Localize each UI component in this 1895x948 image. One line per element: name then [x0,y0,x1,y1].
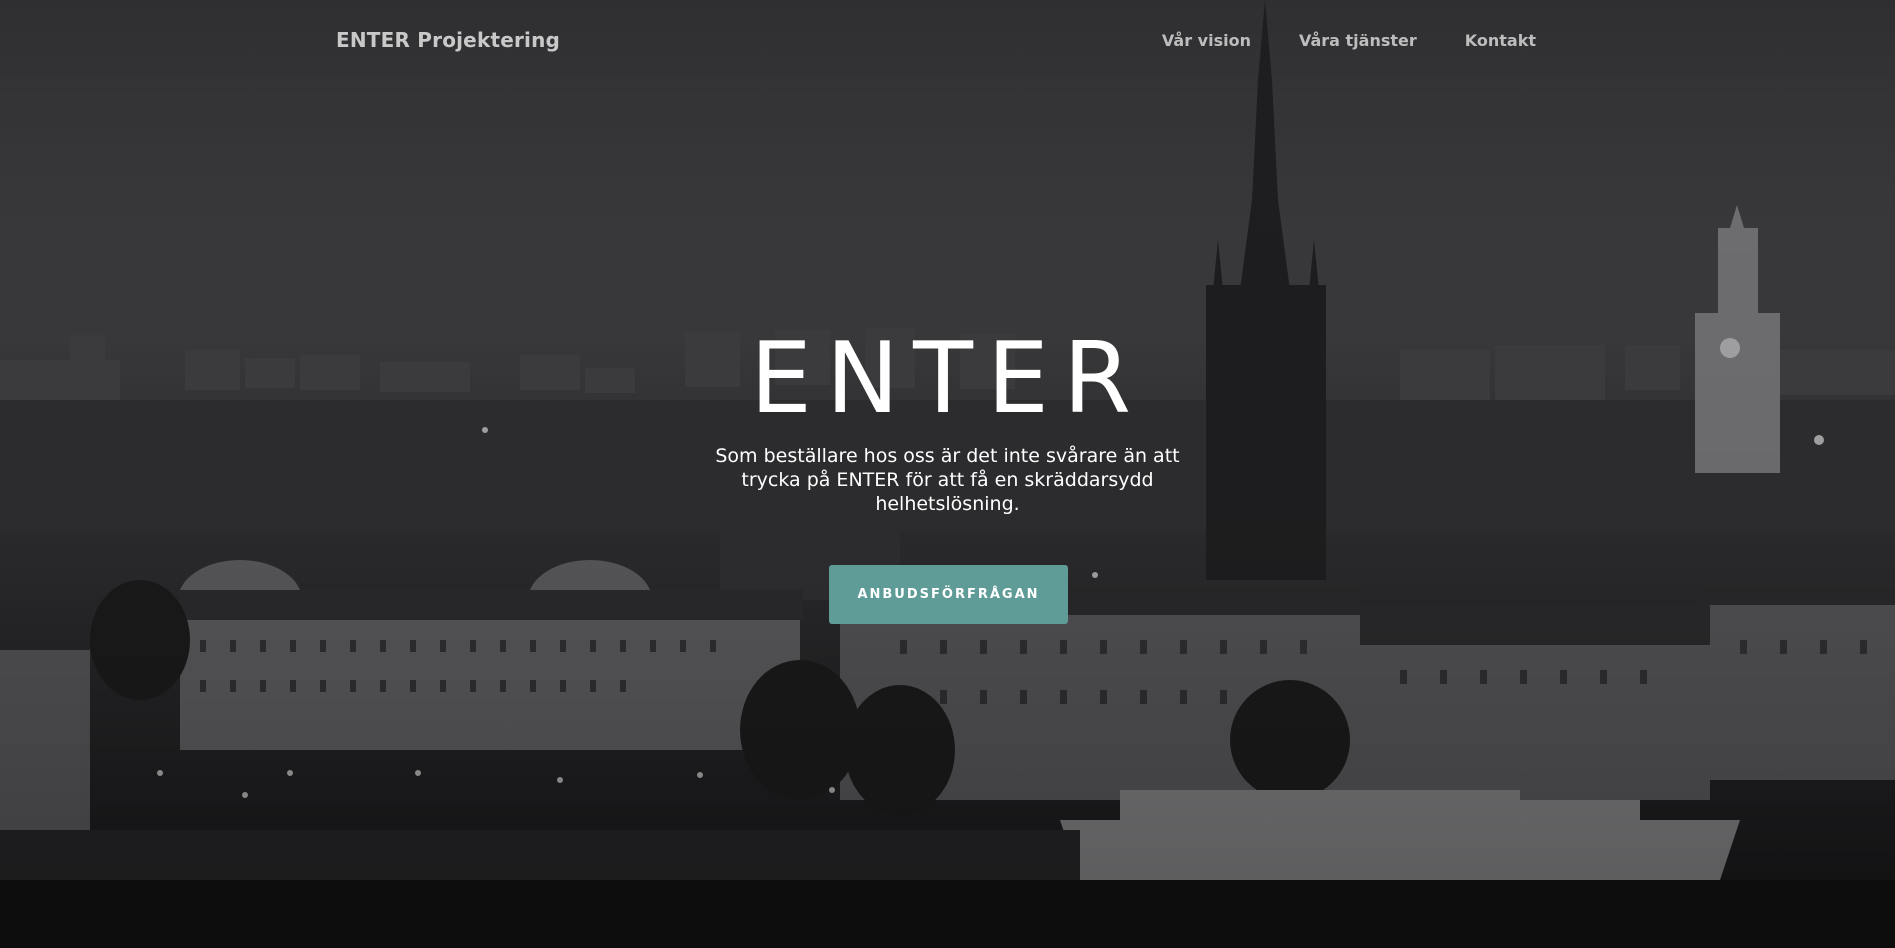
nav-link-services[interactable]: Våra tjänster [1299,31,1417,50]
hero-headline: ENTER [749,322,1146,436]
nav-link-vision[interactable]: Vår vision [1162,31,1251,50]
nav-links: Vår vision Våra tjänster Kontakt [1162,31,1536,50]
top-navbar: ENTER Projektering Vår vision Våra tjäns… [0,0,1895,84]
brand-logo-link[interactable]: ENTER Projektering [336,28,560,52]
nav-link-contact[interactable]: Kontakt [1465,31,1536,50]
hero-section: ENTER Projektering Vår vision Våra tjäns… [0,0,1895,948]
hero-tagline: Som beställare hos oss är det inte svåra… [715,445,1180,515]
quote-request-button[interactable]: ANBUDSFÖRFRÅGAN [829,565,1068,624]
